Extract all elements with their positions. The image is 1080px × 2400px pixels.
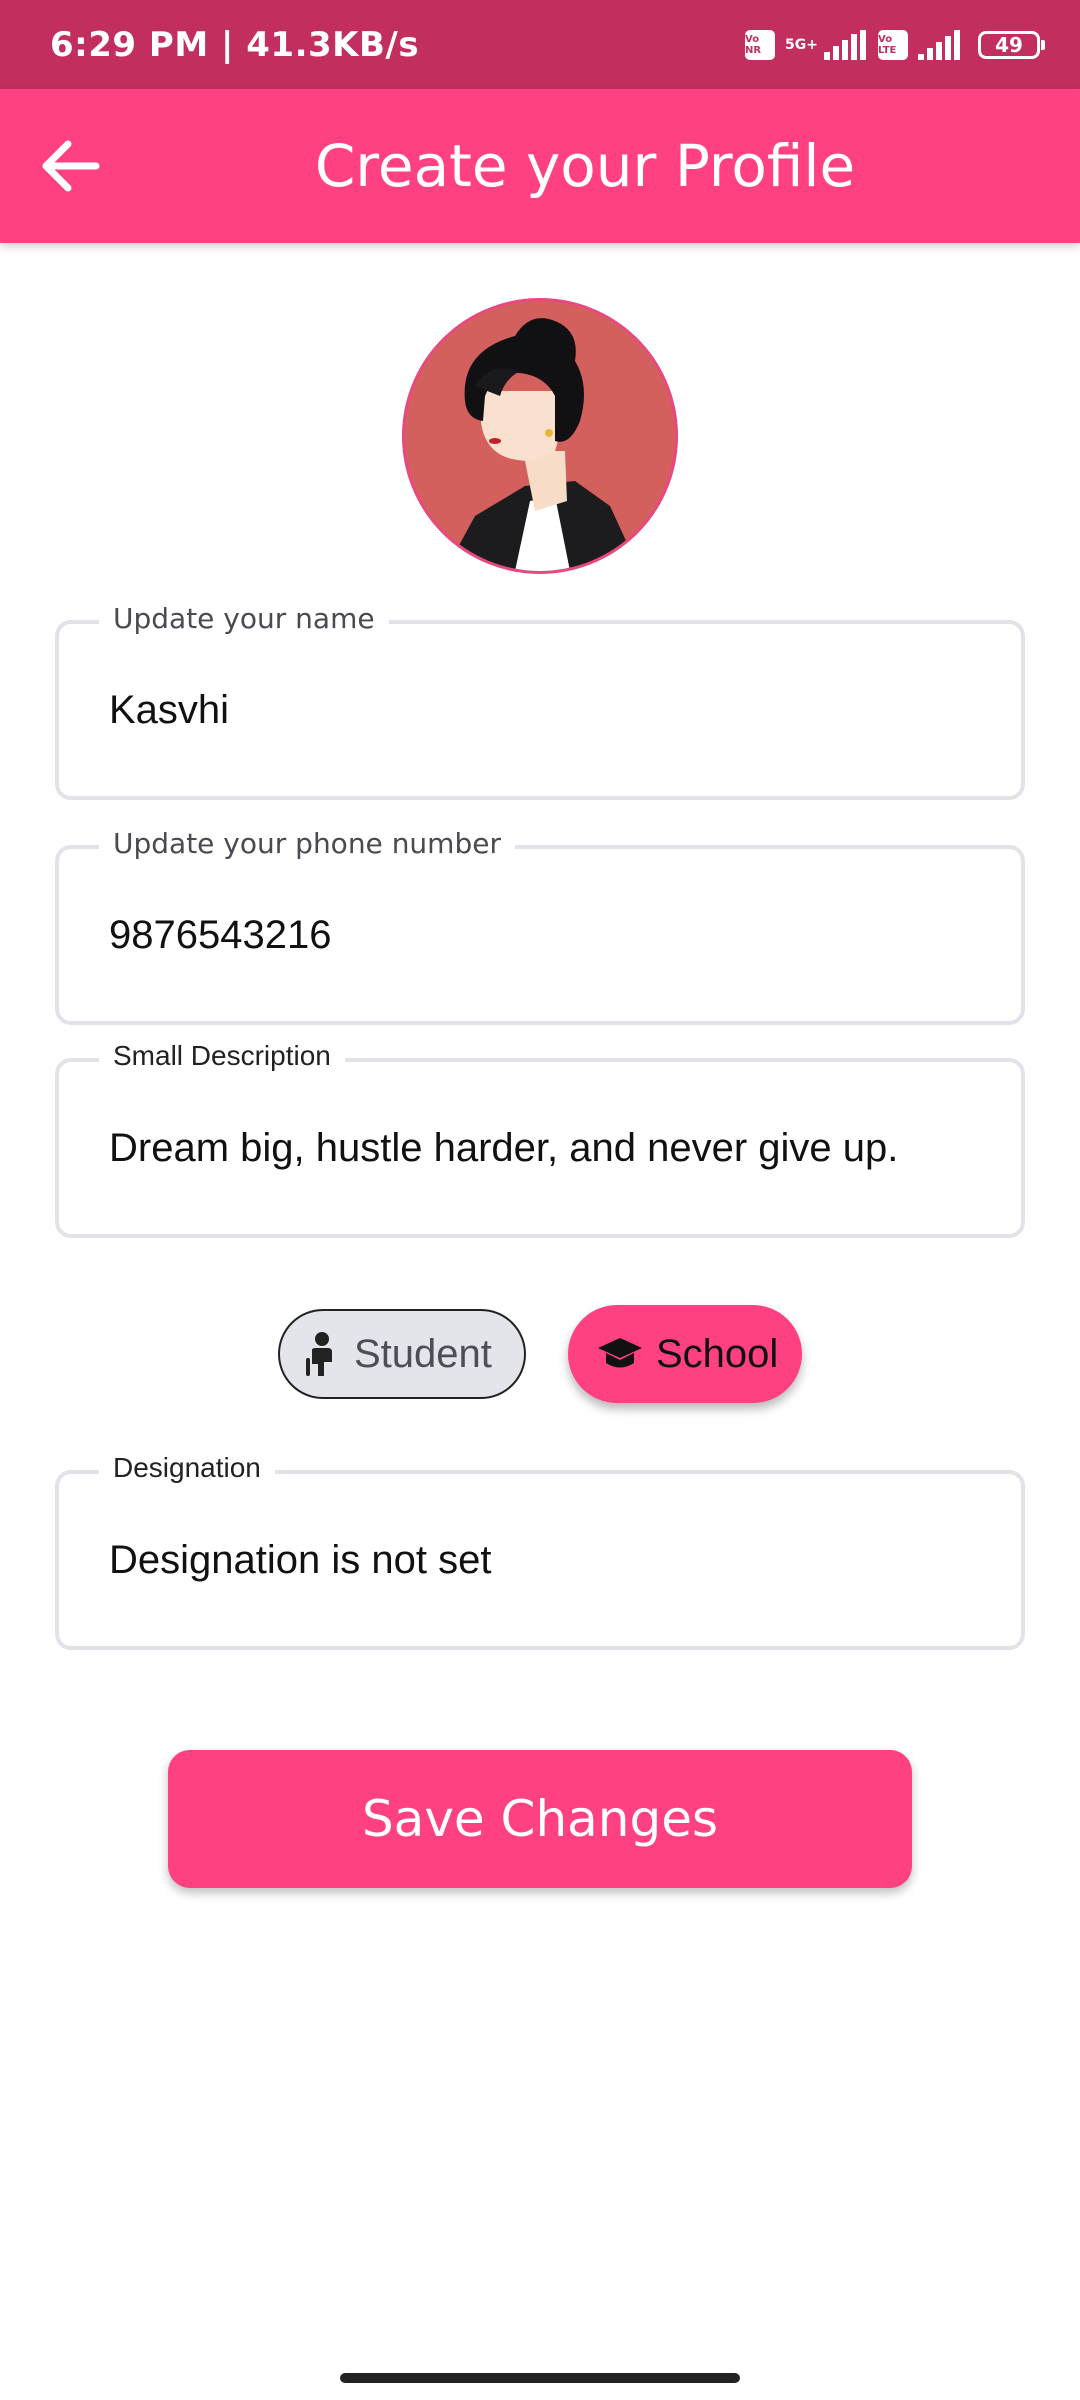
sim1-volte-icon: Vo NR	[745, 29, 776, 60]
avatar-illustration	[405, 301, 675, 571]
signal-strength-icon	[824, 29, 866, 60]
back-button[interactable]	[30, 126, 110, 206]
phone-field[interactable]: Update your phone number 9876543216	[55, 827, 1025, 1025]
designation-input[interactable]: Designation is not set	[109, 1474, 491, 1646]
description-field[interactable]: Small Description Dream big, hustle hard…	[55, 1040, 1025, 1238]
screen: 6:29 PM | 41.3KB/s Vo NR 5G+ Vo LTE 49 C…	[0, 0, 1080, 2400]
phone-input[interactable]: 9876543216	[109, 849, 331, 1021]
battery-level: 49	[995, 32, 1023, 57]
save-changes-button[interactable]: Save Changes	[168, 1750, 912, 1888]
student-chip[interactable]: Student	[278, 1309, 526, 1399]
battery-icon: 49	[978, 30, 1045, 59]
name-field[interactable]: Update your name Kasvhi	[55, 602, 1025, 800]
status-bar: 6:29 PM | 41.3KB/s Vo NR 5G+ Vo LTE 49	[0, 0, 1080, 89]
designation-field[interactable]: Designation Designation is not set	[55, 1452, 1025, 1650]
status-time-speed: 6:29 PM | 41.3KB/s	[50, 24, 420, 65]
network-type-label: 5G+	[785, 36, 818, 53]
description-input[interactable]: Dream big, hustle harder, and never give…	[109, 1062, 898, 1234]
name-input[interactable]: Kasvhi	[109, 624, 229, 796]
graduation-cap-icon	[598, 1338, 642, 1368]
student-person-icon	[306, 1332, 332, 1376]
sim2-volte-icon: Vo LTE	[878, 29, 908, 60]
status-icons: Vo NR 5G+ Vo LTE 49	[745, 0, 1045, 89]
app-bar: Create your Profile	[0, 89, 1080, 243]
arrow-back-icon	[42, 140, 100, 192]
student-chip-label: Student	[354, 1331, 492, 1376]
school-chip-label: School	[656, 1331, 779, 1376]
signal-strength-icon-2	[918, 29, 960, 60]
profile-avatar[interactable]	[402, 298, 678, 574]
page-title: Create your Profile	[314, 132, 856, 200]
school-chip[interactable]: School	[568, 1305, 802, 1403]
gesture-nav-handle[interactable]	[340, 2373, 740, 2383]
